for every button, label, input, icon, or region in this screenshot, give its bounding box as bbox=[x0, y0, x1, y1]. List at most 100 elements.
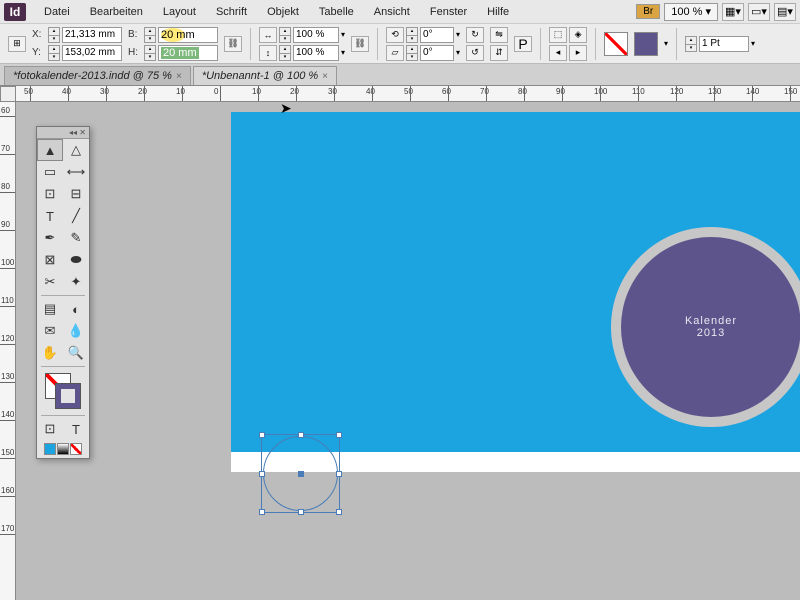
close-icon[interactable]: × bbox=[322, 71, 328, 82]
handle-tl[interactable] bbox=[259, 432, 265, 438]
gradient-feather-tool[interactable]: ◐ bbox=[63, 298, 89, 320]
gradient-swatch-tool[interactable]: ▤ bbox=[37, 298, 63, 320]
rectangle-frame-tool[interactable]: ⊠ bbox=[37, 249, 63, 271]
p-icon[interactable]: P bbox=[514, 36, 532, 52]
handle-ml[interactable] bbox=[259, 471, 265, 477]
apply-none-icon[interactable] bbox=[70, 443, 82, 455]
note-tool[interactable]: ✉ bbox=[37, 320, 63, 342]
shear-input[interactable]: 0° bbox=[420, 45, 454, 61]
formatting-container-icon[interactable]: ⊡ bbox=[37, 418, 63, 440]
scale-x-icon: ↔ bbox=[259, 27, 277, 43]
title-line-1: Kalender bbox=[685, 315, 737, 327]
menu-fenster[interactable]: Fenster bbox=[420, 6, 477, 18]
y-input[interactable]: 153,02 mm bbox=[62, 45, 122, 61]
line-tool[interactable]: ╱ bbox=[63, 205, 89, 227]
menu-tabelle[interactable]: Tabelle bbox=[309, 6, 364, 18]
formatting-text-icon[interactable]: T bbox=[63, 418, 89, 440]
shear-spinner[interactable]: ▴▾ bbox=[406, 45, 418, 61]
flip-h-icon[interactable]: ⇋ bbox=[490, 27, 508, 43]
content-placer-tool[interactable]: ⊟ bbox=[63, 183, 89, 205]
doc-tab-1[interactable]: *fotokalender-2013.indd @ 75 %× bbox=[4, 66, 191, 85]
type-tool[interactable]: T bbox=[37, 205, 63, 227]
zoom-tool[interactable]: 🔍 bbox=[63, 342, 89, 364]
scale-y-spinner[interactable]: ▴▾ bbox=[279, 45, 291, 61]
title-line-2: 2013 bbox=[697, 327, 725, 339]
handle-bl[interactable] bbox=[259, 509, 265, 515]
title-circle[interactable]: Kalender 2013 bbox=[621, 237, 800, 417]
scissors-tool[interactable]: ✂ bbox=[37, 271, 63, 293]
menu-schrift[interactable]: Schrift bbox=[206, 6, 257, 18]
hand-tool[interactable]: ✋ bbox=[37, 342, 63, 364]
handle-center[interactable] bbox=[298, 471, 304, 477]
scale-y-input[interactable]: 100 % bbox=[293, 45, 339, 61]
fill-stroke-proxy[interactable] bbox=[45, 373, 81, 409]
zoom-level[interactable]: 100 % ▾ bbox=[664, 3, 718, 21]
stroke-proxy[interactable] bbox=[55, 383, 81, 409]
tools-panel[interactable]: ◂◂ ✕ ▲ △ ▭ ⟷ ⊡ ⊟ T ╱ ✒ ✎ ⊠ ⬬ ✂ ✦ ▤ ◐ ✉ 💧… bbox=[36, 126, 90, 459]
h-spinner[interactable]: ▴▾ bbox=[144, 45, 156, 61]
rotate-cw-icon[interactable]: ↻ bbox=[466, 27, 484, 43]
pen-tool[interactable]: ✒ bbox=[37, 227, 63, 249]
content-collector-tool[interactable]: ⊡ bbox=[37, 183, 63, 205]
menu-layout[interactable]: Layout bbox=[153, 6, 206, 18]
direct-selection-tool[interactable]: △ bbox=[63, 139, 89, 161]
rectangle-tool[interactable]: ⬬ bbox=[63, 249, 89, 271]
scale-x-input[interactable]: 100 % bbox=[293, 27, 339, 43]
horizontal-ruler[interactable]: 5040302010010203040506070809010011012013… bbox=[16, 86, 800, 102]
ruler-origin[interactable] bbox=[0, 86, 16, 102]
menu-datei[interactable]: Datei bbox=[34, 6, 80, 18]
selection-tool[interactable]: ▲ bbox=[37, 139, 63, 161]
flip-v-icon[interactable]: ⇵ bbox=[490, 45, 508, 61]
stroke-weight-input[interactable]: 1 Pt bbox=[699, 36, 749, 52]
doc-tab-2[interactable]: *Unbenannt-1 @ 100 %× bbox=[193, 66, 337, 85]
view-options-icon[interactable]: ▦▾ bbox=[722, 3, 744, 21]
menu-objekt[interactable]: Objekt bbox=[257, 6, 309, 18]
apply-gradient-icon[interactable] bbox=[57, 443, 69, 455]
free-transform-tool[interactable]: ✦ bbox=[63, 271, 89, 293]
select-content-icon[interactable]: ◈ bbox=[569, 27, 587, 43]
ref-point-icon[interactable]: ⊞ bbox=[8, 36, 26, 52]
vertical-ruler[interactable]: 60708090100110120130140150160170 bbox=[0, 102, 16, 600]
canvas[interactable]: Kalender 2013 bbox=[16, 102, 800, 600]
pencil-tool[interactable]: ✎ bbox=[63, 227, 89, 249]
select-container-icon[interactable]: ⬚ bbox=[549, 27, 567, 43]
screen-mode-icon[interactable]: ▭▾ bbox=[748, 3, 770, 21]
arrange-docs-icon[interactable]: ▤▾ bbox=[774, 3, 796, 21]
gap-tool[interactable]: ⟷ bbox=[63, 161, 89, 183]
rotate-spinner[interactable]: ▴▾ bbox=[406, 27, 418, 43]
w-spinner[interactable]: ▴▾ bbox=[144, 27, 156, 43]
constrain-scale-icon[interactable]: ⛓ bbox=[351, 36, 369, 52]
handle-tr[interactable] bbox=[336, 432, 342, 438]
width-input[interactable]: 20 mm bbox=[158, 27, 218, 43]
shear-icon: ▱ bbox=[386, 45, 404, 61]
rotate-input[interactable]: 0° bbox=[420, 27, 454, 43]
menu-ansicht[interactable]: Ansicht bbox=[364, 6, 420, 18]
stroke-swatch[interactable] bbox=[634, 32, 658, 56]
constrain-wh-icon[interactable]: ⛓ bbox=[224, 36, 242, 52]
select-next-icon[interactable]: ▸ bbox=[569, 45, 587, 61]
y-spinner[interactable]: ▴▾ bbox=[48, 45, 60, 61]
bridge-badge[interactable]: Br bbox=[636, 4, 660, 19]
handle-bm[interactable] bbox=[298, 509, 304, 515]
fill-swatch[interactable] bbox=[604, 32, 628, 56]
stroke-weight-spinner[interactable]: ▴▾ bbox=[685, 36, 697, 52]
handle-tm[interactable] bbox=[298, 432, 304, 438]
selected-ellipse[interactable] bbox=[263, 436, 338, 511]
handle-br[interactable] bbox=[336, 509, 342, 515]
tools-panel-header[interactable]: ◂◂ ✕ bbox=[37, 127, 89, 139]
height-input[interactable]: 20 mm bbox=[158, 45, 218, 61]
rotate-ccw-icon[interactable]: ↺ bbox=[466, 45, 484, 61]
page[interactable]: Kalender 2013 bbox=[231, 112, 800, 472]
eyedropper-tool[interactable]: 💧 bbox=[63, 320, 89, 342]
apply-color-icon[interactable] bbox=[44, 443, 56, 455]
page-tool[interactable]: ▭ bbox=[37, 161, 63, 183]
menu-hilfe[interactable]: Hilfe bbox=[477, 6, 519, 18]
x-input[interactable]: 21,313 mm bbox=[62, 27, 122, 43]
close-icon[interactable]: × bbox=[176, 71, 182, 82]
menu-bearbeiten[interactable]: Bearbeiten bbox=[80, 6, 153, 18]
handle-mr[interactable] bbox=[336, 471, 342, 477]
title-circle-frame[interactable]: Kalender 2013 bbox=[611, 227, 800, 427]
scale-x-spinner[interactable]: ▴▾ bbox=[279, 27, 291, 43]
select-prev-icon[interactable]: ◂ bbox=[549, 45, 567, 61]
x-spinner[interactable]: ▴▾ bbox=[48, 27, 60, 43]
